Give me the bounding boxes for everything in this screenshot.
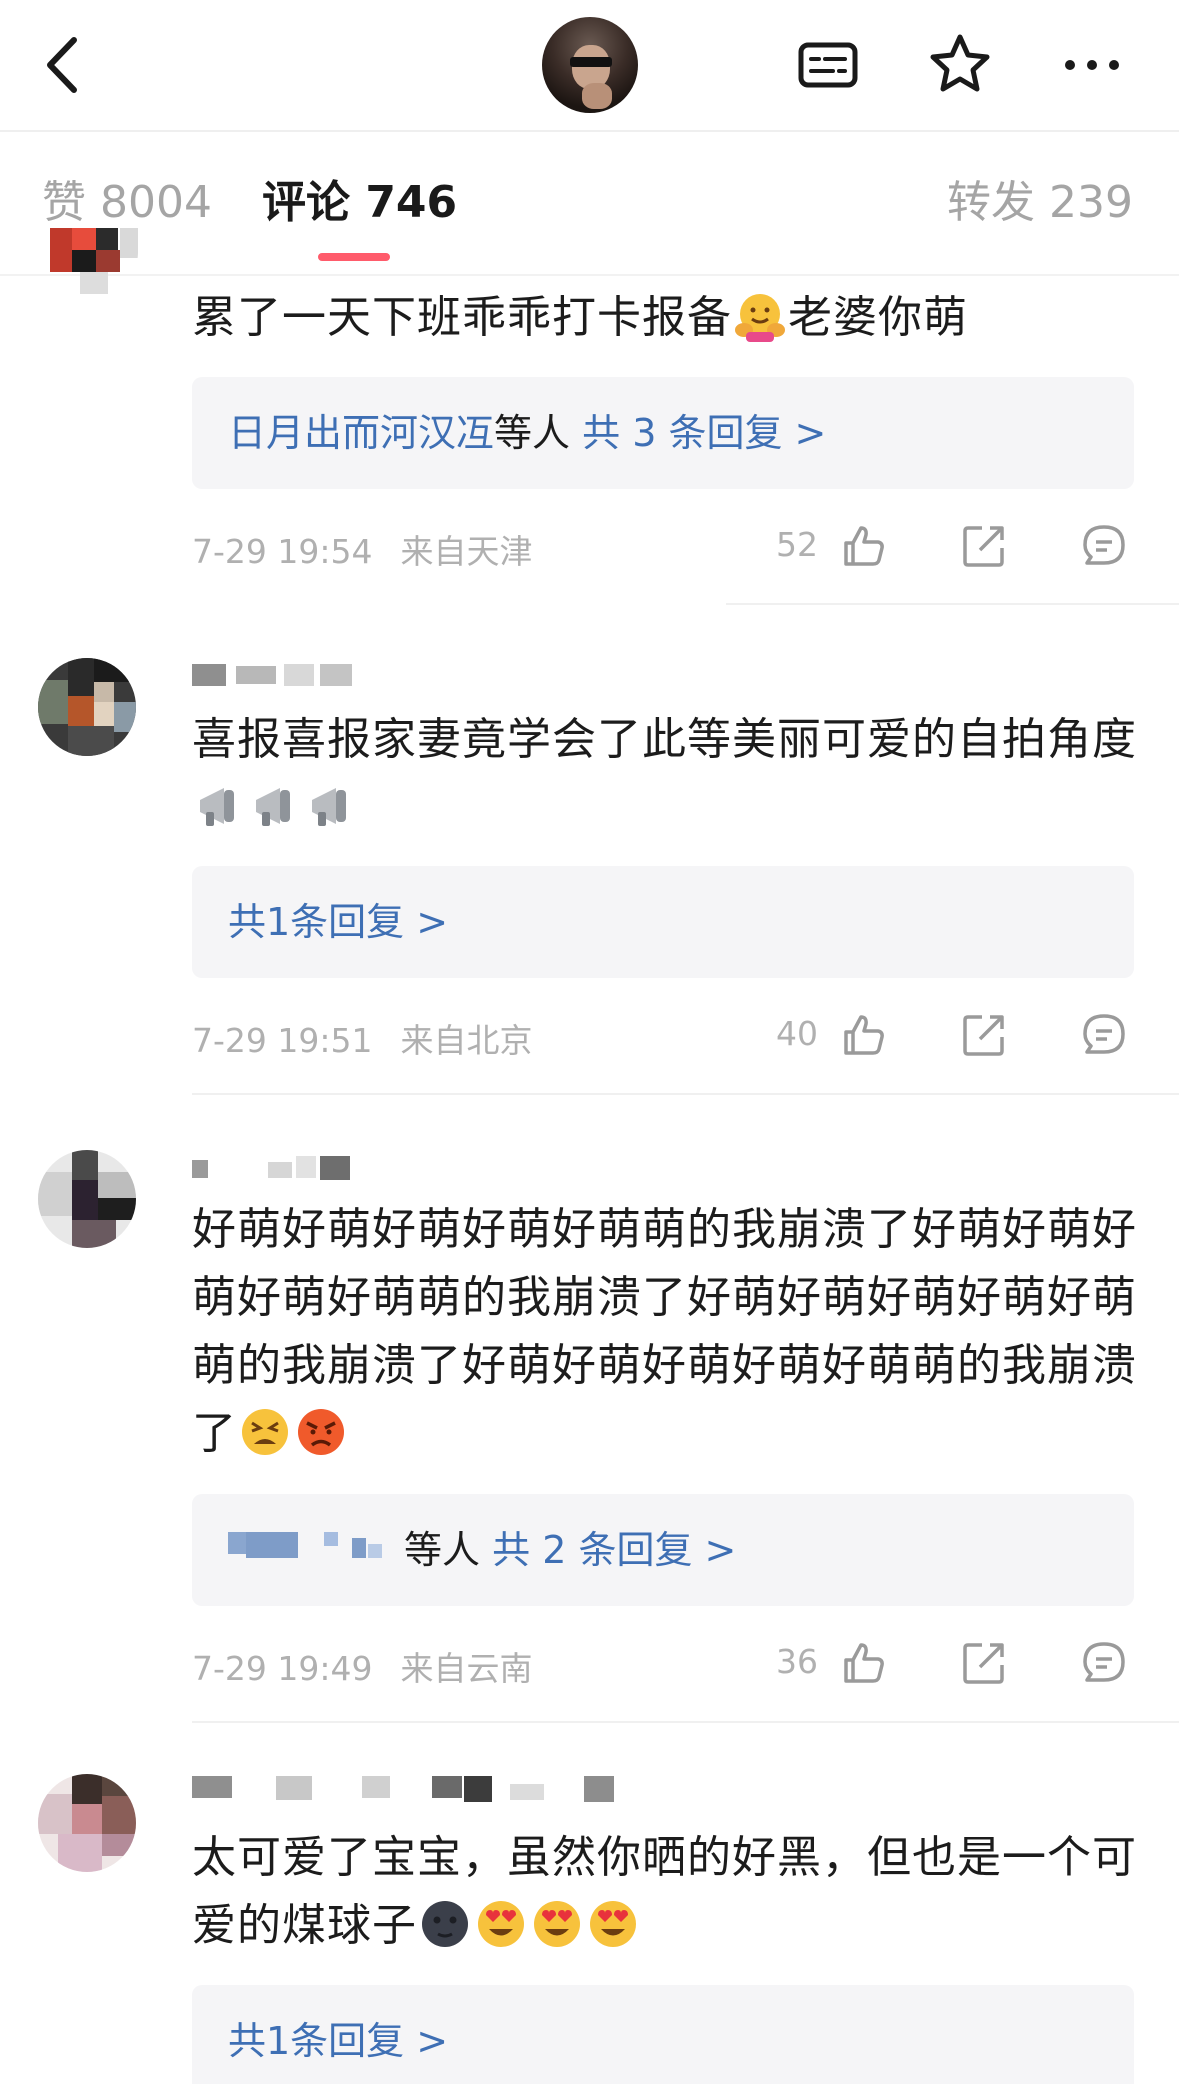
favorite-button[interactable] bbox=[928, 32, 992, 96]
megaphone-emoji bbox=[250, 780, 302, 832]
comment-time: 7-29 19:54 bbox=[192, 532, 373, 571]
tab-likes[interactable]: 赞 8004 bbox=[42, 175, 212, 231]
back-chevron-icon bbox=[47, 37, 77, 93]
like-button[interactable] bbox=[840, 522, 888, 570]
heart-eyes-emoji bbox=[587, 1898, 639, 1950]
comment-meta: 7-29 19:51 来自北京 bbox=[192, 1014, 533, 1062]
more-dots-icon bbox=[1065, 60, 1119, 70]
reply-button[interactable] bbox=[1080, 1011, 1128, 1059]
comment-text: 好萌好萌好萌好萌好萌萌的我崩溃了好萌好萌好萌好萌好萌萌的我崩溃了好萌好萌好萌好萌… bbox=[192, 1204, 1137, 1459]
commenter-username[interactable] bbox=[192, 1156, 362, 1180]
thumbs-up-icon bbox=[844, 1015, 884, 1055]
reply-user-names[interactable] bbox=[228, 1494, 398, 1606]
tab-comments[interactable]: 评论 746 bbox=[262, 175, 457, 231]
comment-text: 太可爱了宝宝，虽然你晒的好黑，但也是一个可爱的煤球子 bbox=[192, 1832, 1137, 1951]
star-icon bbox=[930, 34, 990, 92]
top-nav-bar bbox=[0, 0, 1179, 130]
caption-icon bbox=[798, 42, 858, 88]
like-button[interactable] bbox=[840, 1011, 888, 1059]
commenter-username[interactable] bbox=[192, 1776, 622, 1804]
author-avatar[interactable] bbox=[542, 17, 638, 113]
commenter-avatar[interactable] bbox=[38, 658, 136, 756]
share-icon bbox=[963, 526, 1004, 567]
megaphone-emoji bbox=[194, 780, 246, 832]
reply-button[interactable] bbox=[1080, 522, 1128, 570]
share-button[interactable] bbox=[960, 1639, 1008, 1687]
more-button[interactable] bbox=[1060, 33, 1124, 97]
like-button[interactable] bbox=[840, 1639, 888, 1687]
share-icon bbox=[963, 1643, 1004, 1684]
caption-button[interactable] bbox=[796, 33, 860, 97]
share-button[interactable] bbox=[960, 1011, 1008, 1059]
comment-location: 来自云南 bbox=[400, 1649, 533, 1688]
reply-preview[interactable]: 等人 共 2 条回复 > bbox=[192, 1494, 1134, 1606]
tab-reposts[interactable]: 转发 239 bbox=[947, 175, 1133, 231]
commenter-avatar[interactable] bbox=[38, 1774, 136, 1872]
new-moon-face-emoji bbox=[419, 1898, 471, 1950]
angry-face-emoji bbox=[295, 1406, 347, 1458]
view-replies-link[interactable]: 共1条回复 > bbox=[228, 900, 448, 944]
share-button[interactable] bbox=[960, 522, 1008, 570]
share-icon bbox=[963, 1015, 1004, 1056]
comment-text: 喜报喜报家妻竟学会了此等美丽可爱的自拍角度 bbox=[192, 706, 1142, 842]
comment-meta: 7-29 19:54 来自天津 bbox=[192, 525, 533, 573]
comment-time: 7-29 19:49 bbox=[192, 1649, 373, 1688]
like-count: 52 bbox=[776, 525, 818, 564]
hugging-face-emoji bbox=[734, 290, 786, 342]
tired-face-emoji bbox=[239, 1406, 291, 1458]
comment-meta: 7-29 19:49 来自云南 bbox=[192, 1642, 533, 1690]
like-count: 36 bbox=[776, 1642, 818, 1681]
divider bbox=[192, 1093, 1179, 1095]
active-tab-indicator bbox=[318, 253, 390, 261]
comment-bubble-icon bbox=[1083, 525, 1125, 565]
comment-time: 7-29 19:51 bbox=[192, 1021, 373, 1060]
reply-preview[interactable]: 共1条回复 > bbox=[192, 1985, 1134, 2084]
like-count: 40 bbox=[776, 1014, 818, 1053]
commenter-avatar[interactable] bbox=[40, 228, 138, 300]
reply-user-names[interactable]: 日月出而河汉冱 bbox=[228, 411, 494, 455]
commenter-avatar[interactable] bbox=[38, 1150, 136, 1248]
back-button[interactable] bbox=[36, 30, 88, 100]
comment-location: 来自北京 bbox=[400, 1021, 533, 1060]
reply-preview[interactable]: 日月出而河汉冱等人 共 3 条回复 > bbox=[192, 377, 1134, 489]
commenter-username[interactable] bbox=[192, 664, 360, 686]
view-replies-link[interactable]: 共1条回复 > bbox=[228, 2019, 448, 2063]
reply-preview[interactable]: 共1条回复 > bbox=[192, 866, 1134, 978]
thumbs-up-icon bbox=[844, 1643, 884, 1683]
divider bbox=[0, 130, 1179, 132]
comment-bubble-icon bbox=[1083, 1014, 1125, 1054]
view-replies-link[interactable]: 共 3 条回复 > bbox=[582, 411, 826, 455]
divider bbox=[726, 603, 1179, 605]
reply-button[interactable] bbox=[1080, 1639, 1128, 1687]
comment-bubble-icon bbox=[1083, 1642, 1125, 1682]
divider bbox=[192, 1721, 1179, 1723]
heart-eyes-emoji bbox=[531, 1898, 583, 1950]
thumbs-up-icon bbox=[844, 526, 884, 566]
view-replies-link[interactable]: 共 2 条回复 > bbox=[492, 1528, 736, 1572]
comment-location: 来自天津 bbox=[400, 532, 533, 571]
divider bbox=[0, 274, 1179, 276]
megaphone-emoji bbox=[306, 780, 358, 832]
heart-eyes-emoji bbox=[475, 1898, 527, 1950]
comment-text: 累了一天下班乖乖打卡报备 老婆你萌 bbox=[192, 290, 968, 343]
